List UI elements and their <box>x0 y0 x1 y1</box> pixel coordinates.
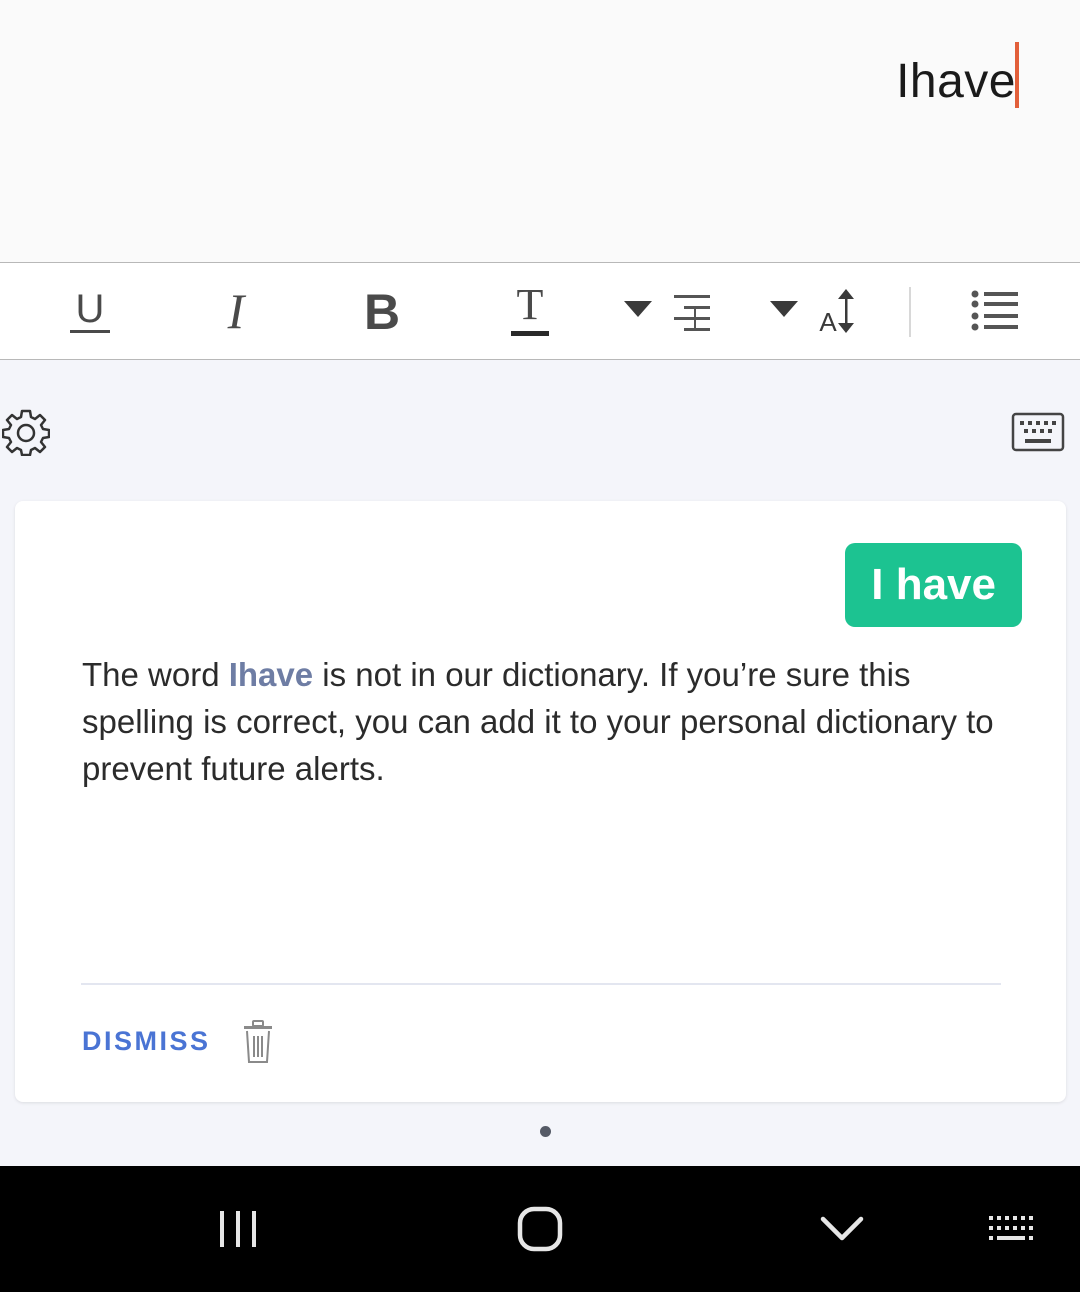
delete-button[interactable] <box>242 1019 274 1070</box>
toolbar-separator <box>909 287 911 337</box>
italic-icon: I <box>227 286 247 336</box>
spelling-suggestion-card: I have The word Ihave is not in our dict… <box>15 501 1066 1102</box>
home-icon <box>517 1206 563 1252</box>
navigation-bar <box>0 1166 1080 1292</box>
svg-text:B: B <box>364 285 400 337</box>
svg-text:U: U <box>76 287 105 331</box>
align-right-icon <box>624 295 710 331</box>
message-text: The word <box>82 656 229 693</box>
svg-text:A: A <box>819 307 837 337</box>
underline-icon: U <box>70 287 110 333</box>
keyboard-dots-icon <box>989 1216 1033 1240</box>
flagged-word: Ihave <box>228 656 314 693</box>
settings-button[interactable] <box>1 408 51 461</box>
recent-apps-icon <box>220 1211 256 1247</box>
suggestion-message: The word Ihave is not in our dictionary.… <box>82 651 1002 792</box>
text-style-button[interactable]: T <box>500 263 560 359</box>
bold-icon: B <box>364 285 400 337</box>
editor-text[interactable]: Ihave <box>896 54 1016 109</box>
keyboard-switch-button[interactable] <box>972 1166 1052 1292</box>
bulleted-list-icon <box>971 290 1018 331</box>
back-button[interactable] <box>802 1166 882 1292</box>
font-size-icon: A <box>770 289 854 337</box>
dismiss-button[interactable]: DISMISS <box>82 1026 211 1057</box>
bold-button[interactable]: B <box>352 263 412 359</box>
svg-text:I: I <box>227 286 247 336</box>
card-divider <box>81 983 1001 985</box>
back-chevron-icon <box>820 1216 864 1241</box>
recent-apps-button[interactable] <box>198 1166 278 1292</box>
list-button[interactable] <box>960 263 1030 359</box>
underline-button[interactable]: U <box>60 263 120 359</box>
text-caret <box>1015 42 1019 108</box>
formatting-toolbar: U I B T A <box>0 262 1080 360</box>
svg-text:T: T <box>517 281 544 329</box>
font-size-dropdown[interactable]: A <box>762 263 862 359</box>
gear-icon <box>1 409 51 457</box>
text-style-icon: T <box>511 281 549 336</box>
keyboard-toggle-button[interactable] <box>1011 412 1065 457</box>
alignment-dropdown[interactable] <box>616 263 716 359</box>
trash-icon <box>244 1020 272 1063</box>
text-editor[interactable]: Ihave <box>0 0 1080 262</box>
italic-button[interactable]: I <box>206 263 266 359</box>
suggestion-button[interactable]: I have <box>845 543 1022 627</box>
page-indicator-dot <box>540 1126 551 1137</box>
home-button[interactable] <box>500 1166 580 1292</box>
keyboard-icon <box>1011 412 1065 452</box>
